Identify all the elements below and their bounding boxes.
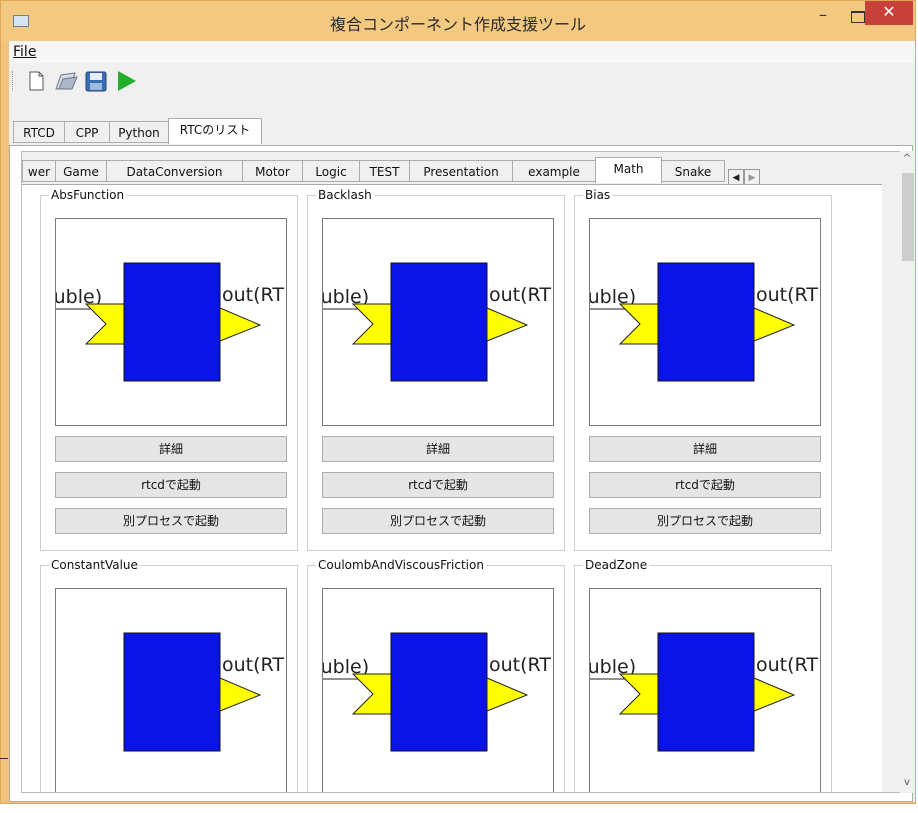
open-folder-icon [55,72,78,90]
tab-example[interactable]: example [512,160,596,182]
close-button[interactable]: ✕ [865,1,913,25]
tab-rtc-list[interactable]: RTCのリスト [168,118,262,144]
component-card: CoulombAndViscousFriction ouble) out(RT [307,558,565,792]
tab-math[interactable]: Math [595,157,662,183]
vertical-scrollbar[interactable]: ^ v [900,151,914,793]
detail-button[interactable]: 詳細 [322,436,554,462]
separate-process-launch-button[interactable]: 別プロセスで起動 [322,508,554,534]
component-name: Backlash [316,188,374,202]
component-diagram: ouble) out(RT [590,262,818,382]
component-preview[interactable]: out(RT [55,588,287,792]
detail-button[interactable]: 詳細 [589,436,821,462]
component-card: ConstantValue out(RT [40,558,298,792]
tab-test[interactable]: TEST [359,160,410,182]
scroll-thumb[interactable] [902,173,914,261]
tab-scroll-right-button[interactable]: ▶ [744,169,760,185]
separate-process-launch-button[interactable]: 別プロセスで起動 [55,508,287,534]
tab-snake[interactable]: Snake [661,160,725,182]
rtc-list-panel: wer Game DataConversion Motor Logic TEST… [9,145,914,802]
component-diagram: out(RT [123,632,284,752]
component-preview[interactable]: ouble) out(RT [589,588,821,792]
tab-python[interactable]: Python [109,121,169,143]
separate-process-launch-button[interactable]: 別プロセスで起動 [589,508,821,534]
run-icon [118,71,136,91]
component-card: DeadZone ouble) out(RT [574,558,832,792]
tab-game[interactable]: Game [55,160,107,182]
tab-cpp[interactable]: CPP [64,121,110,143]
minimize-button[interactable]: – [809,5,837,27]
app-window: 複合コンポーネント作成支援ツール – ✕ File RTCD CPP Pytho… [0,0,916,804]
out-port-label: out(RT [756,284,818,306]
component-name: CoulombAndViscousFriction [316,558,486,572]
component-preview[interactable]: ouble) out(RT [322,588,554,792]
out-port-label: out(RT [222,284,284,306]
title-bar[interactable]: 複合コンポーネント作成支援ツール – ✕ [1,1,915,41]
new-file-icon [29,71,44,91]
component-card: Bias ouble) out(RT 詳細 [574,188,832,551]
tab-dataconversion[interactable]: DataConversion [106,160,243,182]
save-icon [85,71,107,92]
out-port-label: out(RT [756,654,818,676]
rtcd-launch-button[interactable]: rtcdで起動 [55,472,287,498]
maximize-icon [851,11,865,23]
rtcd-launch-button[interactable]: rtcdで起動 [589,472,821,498]
component-diagram: ouble) out(RT [323,632,551,752]
component-preview[interactable]: ouble) out(RT [322,218,554,426]
new-file-button[interactable] [23,69,49,93]
run-button[interactable] [113,69,139,93]
background-divider [0,758,8,759]
tab-wer[interactable]: wer [22,160,56,182]
component-name: ConstantValue [49,558,140,572]
category-area: wer Game DataConversion Motor Logic TEST… [21,151,901,793]
menu-file[interactable]: File [13,44,36,60]
component-preview[interactable]: ouble) out(RT [55,218,287,426]
open-button[interactable] [53,69,79,93]
scroll-down-icon[interactable]: v [900,777,914,788]
detail-button[interactable]: 詳細 [55,436,287,462]
component-diagram: ouble) out(RT [56,262,284,382]
component-diagram: ouble) out(RT [323,262,551,382]
out-port-label: out(RT [489,654,551,676]
scroll-up-icon[interactable]: ^ [900,153,914,164]
component-name: AbsFunction [49,188,127,202]
rtcd-launch-button[interactable]: rtcdで起動 [322,472,554,498]
client-area: File RTCD CPP Python RTCのリスト wer Game Da… [9,41,915,802]
component-card: AbsFunction ouble) out(RT 詳細 [40,188,298,551]
component-card: Backlash ouble) out(RT 詳細 [307,188,565,551]
component-name: Bias [583,188,613,202]
tab-presentation[interactable]: Presentation [409,160,513,182]
math-tab-page: AbsFunction ouble) out(RT 詳細 [22,184,882,792]
tab-motor[interactable]: Motor [242,160,303,182]
menu-bar: File [9,41,915,63]
window-title: 複合コンポーネント作成支援ツール [329,15,586,34]
component-diagram: ouble) out(RT [590,632,818,752]
component-name: DeadZone [583,558,650,572]
tab-scroll-left-button[interactable]: ◀ [728,169,744,185]
tab-logic[interactable]: Logic [302,160,360,182]
outer-tab-strip: RTCD CPP Python RTCのリスト [9,118,915,145]
out-port-label: out(RT [489,284,551,306]
toolbar [9,63,915,97]
toolbar-grip[interactable] [12,71,16,91]
component-preview[interactable]: ouble) out(RT [589,218,821,426]
tab-rtcd[interactable]: RTCD [13,121,65,143]
out-port-label: out(RT [222,654,284,676]
save-button[interactable] [83,69,109,93]
category-tab-strip: wer Game DataConversion Motor Logic TEST… [22,157,882,185]
